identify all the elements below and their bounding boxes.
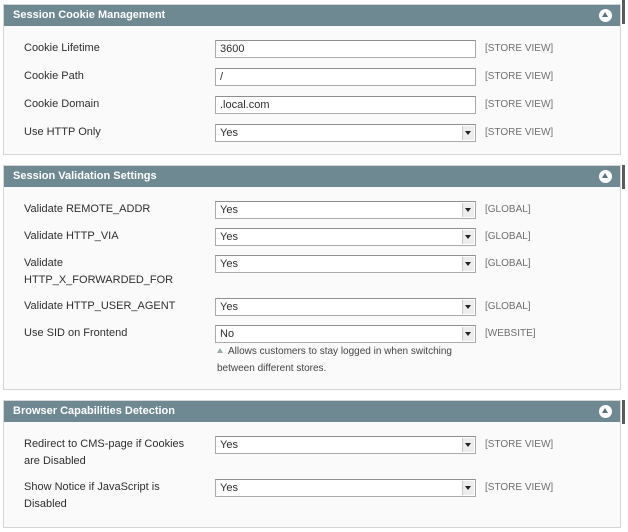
select-value: Yes: [220, 301, 238, 313]
scope-label: [WEBSITE]: [485, 328, 536, 339]
cookie-domain-input[interactable]: [215, 96, 476, 114]
section-title: Session Cookie Management: [13, 9, 166, 21]
dropdown-arrow-icon[interactable]: [462, 257, 474, 271]
section-header[interactable]: Session Cookie Management: [4, 5, 620, 26]
dropdown-arrow-icon[interactable]: [462, 126, 474, 140]
field-label: Cookie Domain: [24, 98, 100, 110]
use-sid-on-frontend-select[interactable]: No: [215, 325, 476, 343]
section-title: Session Validation Settings: [13, 170, 157, 182]
field-label: Validate HTTP_X_FORWARDED_FOR: [24, 257, 174, 286]
scope-label: [STORE VIEW]: [485, 43, 554, 54]
dropdown-arrow-icon[interactable]: [462, 203, 474, 217]
scope-label: [STORE VIEW]: [485, 482, 554, 493]
validate-http-user-agent-select[interactable]: Yes: [215, 298, 476, 316]
note-triangle-icon: [217, 348, 223, 353]
select-value: Yes: [220, 127, 238, 139]
field-label: Validate HTTP_USER_AGENT: [24, 300, 176, 312]
field-label: Validate HTTP_VIA: [24, 230, 119, 242]
use-http-only-select[interactable]: Yes: [215, 124, 476, 142]
section-session-cookie-management: Session Cookie Management Cookie Lifetim…: [3, 4, 621, 155]
dropdown-arrow-icon[interactable]: [462, 438, 474, 452]
select-value: No: [220, 328, 235, 340]
collapse-arrow-up-icon[interactable]: [599, 170, 612, 183]
select-value: Yes: [220, 258, 238, 270]
validate-remote-addr-select[interactable]: Yes: [215, 201, 476, 219]
validate-http-x-forwarded-for-select[interactable]: Yes: [215, 255, 476, 273]
section-header[interactable]: Browser Capabilities Detection: [4, 401, 620, 422]
note-text: Allows customers to stay logged in when …: [217, 346, 452, 374]
field-label: Validate REMOTE_ADDR: [24, 203, 151, 215]
select-value: Yes: [220, 231, 238, 243]
field-note: Allows customers to stay logged in when …: [217, 343, 487, 377]
scope-label: [GLOBAL]: [485, 231, 531, 242]
collapse-arrow-up-icon[interactable]: [599, 9, 612, 22]
show-notice-javascript-select[interactable]: Yes: [215, 479, 476, 497]
dropdown-arrow-icon[interactable]: [462, 481, 474, 495]
field-label: Cookie Path: [24, 70, 84, 82]
field-label: Use SID on Frontend: [24, 327, 128, 339]
section-browser-capabilities-detection: Browser Capabilities Detection Redirect …: [3, 400, 621, 528]
scrollbar-fragment[interactable]: [622, 0, 625, 24]
section-title: Browser Capabilities Detection: [13, 405, 175, 417]
dropdown-arrow-icon[interactable]: [462, 327, 474, 341]
dropdown-arrow-icon[interactable]: [462, 300, 474, 314]
section-header[interactable]: Session Validation Settings: [4, 166, 620, 187]
scope-label: [GLOBAL]: [485, 204, 531, 215]
field-label: Show Notice if JavaScript is Disabled: [24, 481, 160, 510]
field-label: Cookie Lifetime: [24, 42, 100, 54]
scope-label: [STORE VIEW]: [485, 71, 554, 82]
select-value: Yes: [220, 482, 238, 494]
collapse-arrow-up-icon[interactable]: [599, 405, 612, 418]
scope-label: [STORE VIEW]: [485, 99, 554, 110]
scope-label: [STORE VIEW]: [485, 127, 554, 138]
field-label: Use HTTP Only: [24, 126, 101, 138]
validate-http-via-select[interactable]: Yes: [215, 228, 476, 246]
field-label: Redirect to CMS-page if Cookies are Disa…: [24, 438, 185, 467]
dropdown-arrow-icon[interactable]: [462, 230, 474, 244]
scope-label: [GLOBAL]: [485, 301, 531, 312]
scope-label: [STORE VIEW]: [485, 439, 554, 450]
redirect-to-cms-page-select[interactable]: Yes: [215, 436, 476, 454]
section-session-validation-settings: Session Validation Settings Validate REM…: [3, 165, 621, 390]
scrollbar-fragment[interactable]: [622, 400, 625, 424]
scope-label: [GLOBAL]: [485, 258, 531, 269]
cookie-path-input[interactable]: [215, 68, 476, 86]
select-value: Yes: [220, 439, 238, 451]
select-value: Yes: [220, 204, 238, 216]
scrollbar-fragment[interactable]: [622, 165, 625, 189]
cookie-lifetime-input[interactable]: [215, 40, 476, 58]
